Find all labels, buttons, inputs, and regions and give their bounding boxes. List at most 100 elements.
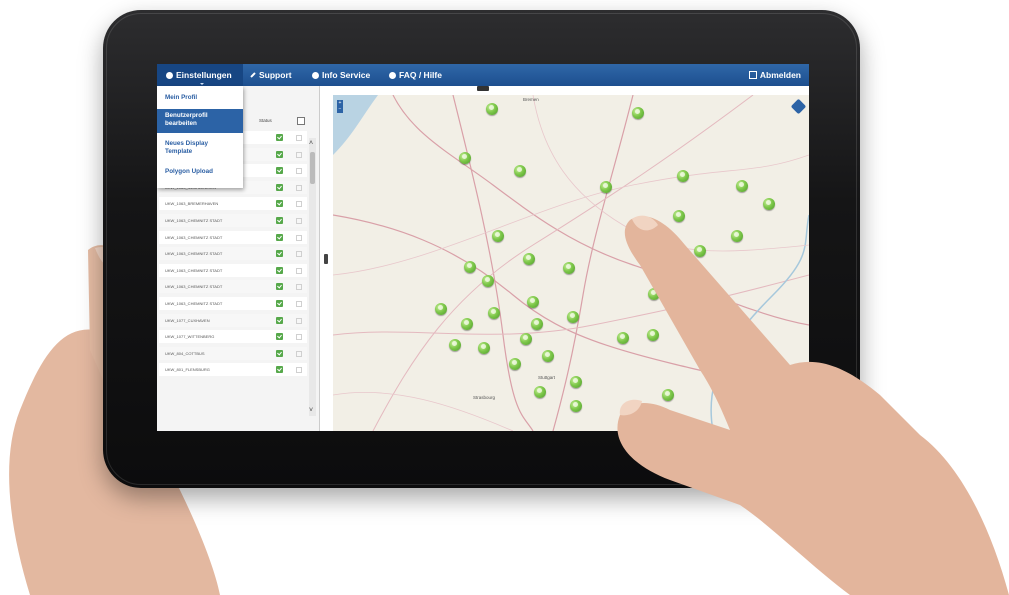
panel-splitter[interactable] <box>324 254 328 264</box>
zoom-control[interactable]: + − <box>337 100 343 113</box>
nav-einstellungen[interactable]: Einstellungen <box>157 64 243 86</box>
table-row[interactable]: UKW_1077_WITTENBERG <box>159 330 307 344</box>
station-name: UKW_804_COTTBUS <box>165 350 205 356</box>
station-marker-icon[interactable] <box>523 253 535 265</box>
menu-item-benutzerprofil-bearbeiten[interactable]: Benutzerprofil bearbeiten <box>157 109 243 133</box>
station-marker-icon[interactable] <box>449 339 461 351</box>
station-marker-icon[interactable] <box>492 230 504 242</box>
nav-faq-hilfe[interactable]: FAQ / Hilfe <box>389 64 442 86</box>
station-marker-icon[interactable] <box>600 181 612 193</box>
nav-support[interactable]: Support <box>250 64 292 86</box>
nav-info-service-label: Info Service <box>322 70 371 80</box>
row-checkbox[interactable] <box>296 317 302 324</box>
table-row[interactable]: UKW_1063_CHEMNITZ STADT <box>159 263 307 277</box>
settings-dropdown-menu: Mein Profil Benutzerprofil bearbeiten Ne… <box>157 86 243 188</box>
scrollbar-thumb[interactable] <box>310 152 315 184</box>
table-row[interactable]: UKW_1063_BREMERHAVEN <box>159 197 307 211</box>
table-row[interactable]: UKW_804_COTTBUS <box>159 346 307 360</box>
status-ok-icon[interactable] <box>276 167 283 175</box>
station-marker-icon[interactable] <box>736 180 748 192</box>
station-marker-icon[interactable] <box>570 376 582 388</box>
station-marker-icon[interactable] <box>534 386 546 398</box>
station-marker-icon[interactable] <box>509 358 521 370</box>
status-column-header[interactable]: Status <box>259 118 272 123</box>
station-name: UKW_1063_CHEMNITZ STADT <box>165 301 223 306</box>
table-row[interactable]: UKW_801_FLENSBURG <box>159 363 307 377</box>
scroll-down-icon[interactable]: ˅ <box>309 407 313 414</box>
select-all-checkbox[interactable] <box>297 117 305 125</box>
station-marker-icon[interactable] <box>486 103 498 115</box>
row-checkbox[interactable] <box>296 234 302 241</box>
table-row[interactable]: UKW_1063_CHEMNITZ STADT <box>159 280 307 294</box>
row-checkbox[interactable] <box>296 135 302 141</box>
row-checkbox[interactable] <box>296 151 302 158</box>
status-ok-icon[interactable] <box>276 366 283 374</box>
station-marker-icon[interactable] <box>542 350 554 362</box>
table-row[interactable]: UKW_1077_CUXHAVEN <box>159 313 307 327</box>
station-marker-icon[interactable] <box>482 275 494 287</box>
station-marker-icon[interactable] <box>677 170 689 182</box>
help-icon <box>389 71 396 79</box>
panel-collapse-handle[interactable] <box>477 86 489 91</box>
info-icon <box>312 71 319 79</box>
status-ok-icon[interactable] <box>276 183 283 191</box>
station-marker-icon[interactable] <box>570 400 582 412</box>
status-ok-icon[interactable] <box>276 150 283 158</box>
status-ok-icon[interactable] <box>276 283 283 291</box>
row-checkbox[interactable] <box>296 251 302 258</box>
row-checkbox[interactable] <box>296 267 302 274</box>
row-checkbox[interactable] <box>296 218 302 224</box>
station-name: UKW_801_FLENSBURG <box>165 367 210 373</box>
station-marker-icon[interactable] <box>478 342 490 354</box>
status-ok-icon[interactable] <box>276 300 283 307</box>
status-ok-icon[interactable] <box>276 333 283 341</box>
top-navigation-bar: Einstellungen Support Info Service FAQ /… <box>157 64 809 86</box>
status-ok-icon[interactable] <box>276 316 283 324</box>
table-row[interactable]: UKW_1063_CHEMNITZ STADT <box>159 247 307 261</box>
station-marker-icon[interactable] <box>435 303 447 315</box>
table-row[interactable]: UKW_1063_CHEMNITZ STADT <box>159 297 307 310</box>
station-marker-icon[interactable] <box>514 165 526 177</box>
wrench-icon <box>250 72 256 78</box>
menu-item-neues-display-template[interactable]: Neues Display Template <box>157 140 243 160</box>
status-ok-icon[interactable] <box>276 250 283 258</box>
row-checkbox[interactable] <box>296 201 302 208</box>
nav-faq-hilfe-label: FAQ / Hilfe <box>399 70 442 80</box>
row-checkbox[interactable] <box>296 334 302 341</box>
status-ok-icon[interactable] <box>276 217 283 224</box>
row-checkbox[interactable] <box>296 301 302 307</box>
scroll-up-icon[interactable]: ˄ <box>309 140 313 147</box>
row-checkbox[interactable] <box>296 168 302 175</box>
status-ok-icon[interactable] <box>276 266 283 274</box>
map-label-strasbourg: Strasbourg <box>473 395 496 400</box>
station-name: UKW_1063_CHEMNITZ STADT <box>165 251 223 257</box>
station-marker-icon[interactable] <box>567 311 579 323</box>
status-ok-icon[interactable] <box>276 134 283 141</box>
row-checkbox[interactable] <box>296 284 302 291</box>
station-marker-icon[interactable] <box>563 262 575 274</box>
table-row[interactable]: UKW_1063_CHEMNITZ STADT <box>159 214 307 227</box>
status-ok-icon[interactable] <box>276 233 283 241</box>
row-checkbox[interactable] <box>296 350 302 357</box>
gear-icon <box>166 71 173 79</box>
list-scrollbar[interactable]: ˄ ˅ <box>309 138 316 416</box>
station-marker-icon[interactable] <box>488 307 500 319</box>
logout-button[interactable]: Abmelden <box>748 64 801 86</box>
nav-info-service[interactable]: Info Service <box>312 64 370 86</box>
station-marker-icon[interactable] <box>632 107 644 119</box>
row-checkbox[interactable] <box>296 184 302 191</box>
station-marker-icon[interactable] <box>531 318 543 330</box>
station-marker-icon[interactable] <box>461 318 473 330</box>
row-checkbox[interactable] <box>296 367 302 374</box>
table-row[interactable]: UKW_1063_CHEMNITZ STADT <box>159 230 307 244</box>
map-label-stuttgart: Stuttgart <box>538 375 556 380</box>
status-ok-icon[interactable] <box>276 200 283 208</box>
menu-item-polygon-upload[interactable]: Polygon Upload <box>157 168 243 178</box>
status-ok-icon[interactable] <box>276 349 283 357</box>
station-marker-icon[interactable] <box>520 333 532 345</box>
station-marker-icon[interactable] <box>459 152 471 164</box>
caret-icon <box>200 83 204 85</box>
station-marker-icon[interactable] <box>464 261 476 273</box>
menu-item-mein-profil[interactable]: Mein Profil <box>157 94 243 104</box>
station-marker-icon[interactable] <box>527 296 539 308</box>
